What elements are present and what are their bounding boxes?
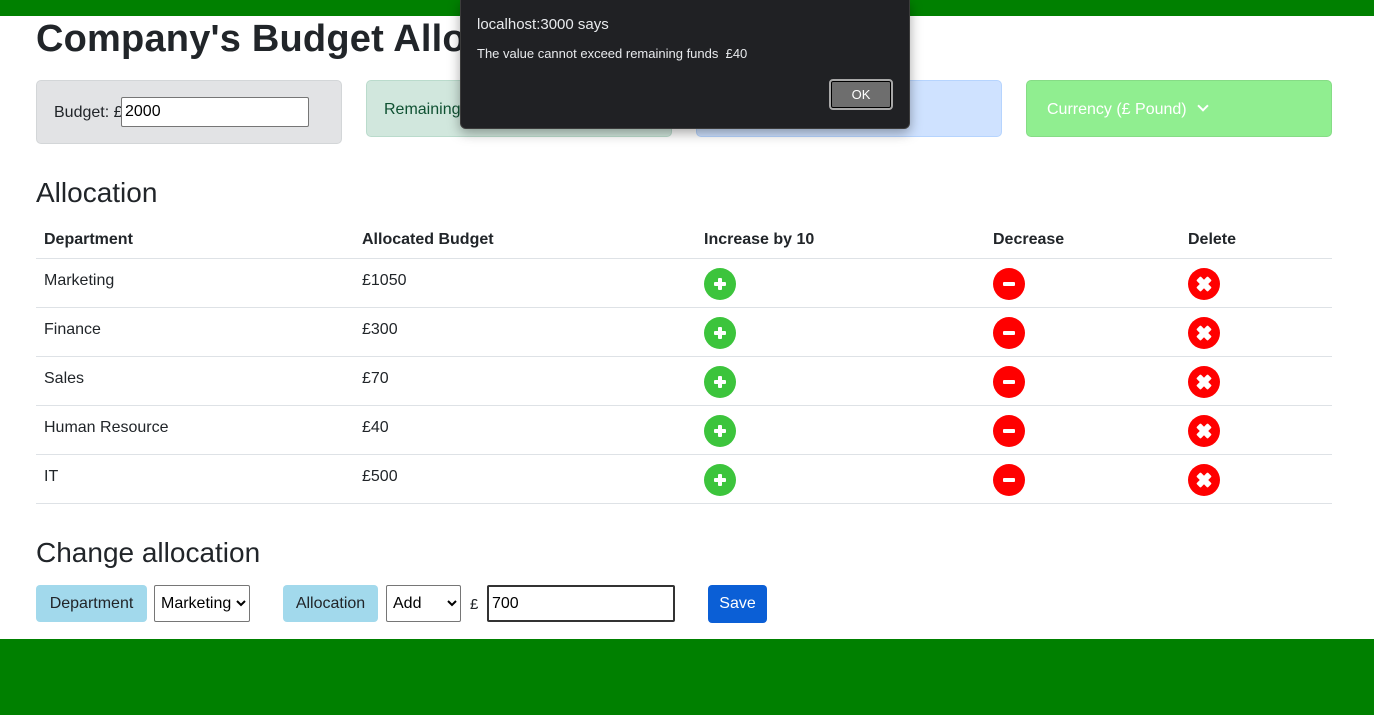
increase-cell	[696, 307, 985, 357]
decrease-cell	[985, 405, 1180, 455]
department-name: Sales	[44, 370, 85, 387]
allocation-title: Allocation	[36, 177, 158, 208]
delete-button[interactable]	[1188, 366, 1220, 398]
amount-input[interactable]	[487, 585, 675, 622]
bottom-green-bar	[0, 639, 1374, 715]
plus-icon-vertical	[718, 278, 722, 290]
minus-icon	[1003, 282, 1015, 286]
allocated-budget: £70	[362, 370, 389, 387]
allocated-budget: £1050	[362, 272, 407, 289]
minus-icon	[1003, 331, 1015, 335]
delete-cell	[1180, 405, 1332, 455]
budget-cell: £1050	[354, 258, 696, 308]
decrease-cell	[985, 454, 1180, 504]
table-header-row: Department Allocated Budget Increase by …	[36, 222, 1332, 259]
delete-button[interactable]	[1188, 317, 1220, 349]
dialog-origin: localhost:3000 says	[477, 16, 609, 33]
increase-button[interactable]	[704, 415, 736, 447]
table-row: Marketing £1050	[36, 258, 1332, 308]
decrease-button[interactable]	[993, 415, 1025, 447]
allocated-budget: £500	[362, 468, 398, 485]
increase-button[interactable]	[704, 317, 736, 349]
budget-cell: £500	[354, 454, 696, 504]
department-name: Human Resource	[44, 419, 169, 436]
budget-cell: £70	[354, 356, 696, 406]
table-row: Sales £70	[36, 356, 1332, 406]
department-cell: Human Resource	[36, 405, 354, 455]
delete-cell	[1180, 258, 1332, 308]
increase-button[interactable]	[704, 366, 736, 398]
delete-cell	[1180, 454, 1332, 504]
header-increase: Increase by 10	[696, 222, 985, 259]
minus-icon	[1003, 380, 1015, 384]
delete-cell	[1180, 307, 1332, 357]
header-allocated-budget: Allocated Budget	[354, 222, 696, 259]
department-name: Finance	[44, 321, 101, 338]
delete-button[interactable]	[1188, 464, 1220, 496]
allocation-action-select[interactable]: Add	[386, 585, 461, 622]
budget-card: Budget: £	[36, 80, 342, 144]
department-name: Marketing	[44, 272, 115, 289]
remaining-label: Remaining:	[384, 101, 465, 118]
increase-button[interactable]	[704, 464, 736, 496]
plus-icon-vertical	[718, 425, 722, 437]
plus-icon-vertical	[718, 376, 722, 388]
decrease-cell	[985, 258, 1180, 308]
header-decrease: Decrease	[985, 222, 1180, 259]
increase-cell	[696, 258, 985, 308]
table-row: Human Resource £40	[36, 405, 1332, 455]
delete-button[interactable]	[1188, 415, 1220, 447]
change-allocation-title: Change allocation	[36, 537, 261, 568]
increase-button[interactable]	[704, 268, 736, 300]
currency-symbol: £	[470, 596, 479, 613]
table-row: IT £500	[36, 454, 1332, 504]
page-title: Company's Budget Allo	[36, 18, 466, 60]
department-name: IT	[44, 468, 59, 485]
decrease-cell	[985, 307, 1180, 357]
decrease-cell	[985, 356, 1180, 406]
allocation-label: Allocation	[283, 585, 378, 622]
decrease-button[interactable]	[993, 317, 1025, 349]
department-select[interactable]: Marketing	[154, 585, 250, 622]
increase-cell	[696, 356, 985, 406]
allocated-budget: £300	[362, 321, 398, 338]
delete-button[interactable]	[1188, 268, 1220, 300]
decrease-button[interactable]	[993, 366, 1025, 398]
delete-cell	[1180, 356, 1332, 406]
department-cell: Sales	[36, 356, 354, 406]
budget-label: Budget: £	[54, 104, 123, 121]
allocated-budget: £40	[362, 419, 389, 436]
decrease-button[interactable]	[993, 268, 1025, 300]
currency-label: Currency (£ Pound)	[1047, 100, 1209, 119]
table-row: Finance £300	[36, 307, 1332, 357]
currency-text: Currency (£ Pound)	[1047, 101, 1187, 118]
budget-cell: £40	[354, 405, 696, 455]
plus-icon-vertical	[718, 327, 722, 339]
plus-icon-vertical	[718, 474, 722, 486]
decrease-button[interactable]	[993, 464, 1025, 496]
increase-cell	[696, 405, 985, 455]
budget-cell: £300	[354, 307, 696, 357]
minus-icon	[1003, 429, 1015, 433]
currency-dropdown[interactable]: Currency (£ Pound)	[1026, 80, 1332, 137]
chevron-down-icon	[1196, 100, 1209, 112]
department-cell: IT	[36, 454, 354, 504]
increase-cell	[696, 454, 985, 504]
header-delete: Delete	[1180, 222, 1332, 259]
minus-icon	[1003, 478, 1015, 482]
department-cell: Marketing	[36, 258, 354, 308]
save-button[interactable]: Save	[708, 585, 767, 623]
budget-input[interactable]	[121, 97, 309, 127]
alert-dialog: localhost:3000 says The value cannot exc…	[460, 0, 910, 129]
header-department: Department	[36, 222, 354, 259]
allocation-table: Department Allocated Budget Increase by …	[36, 222, 1332, 504]
department-label: Department	[36, 585, 147, 622]
dialog-message: The value cannot exceed remaining funds …	[477, 46, 748, 61]
department-cell: Finance	[36, 307, 354, 357]
dialog-ok-button[interactable]: OK	[829, 79, 893, 110]
